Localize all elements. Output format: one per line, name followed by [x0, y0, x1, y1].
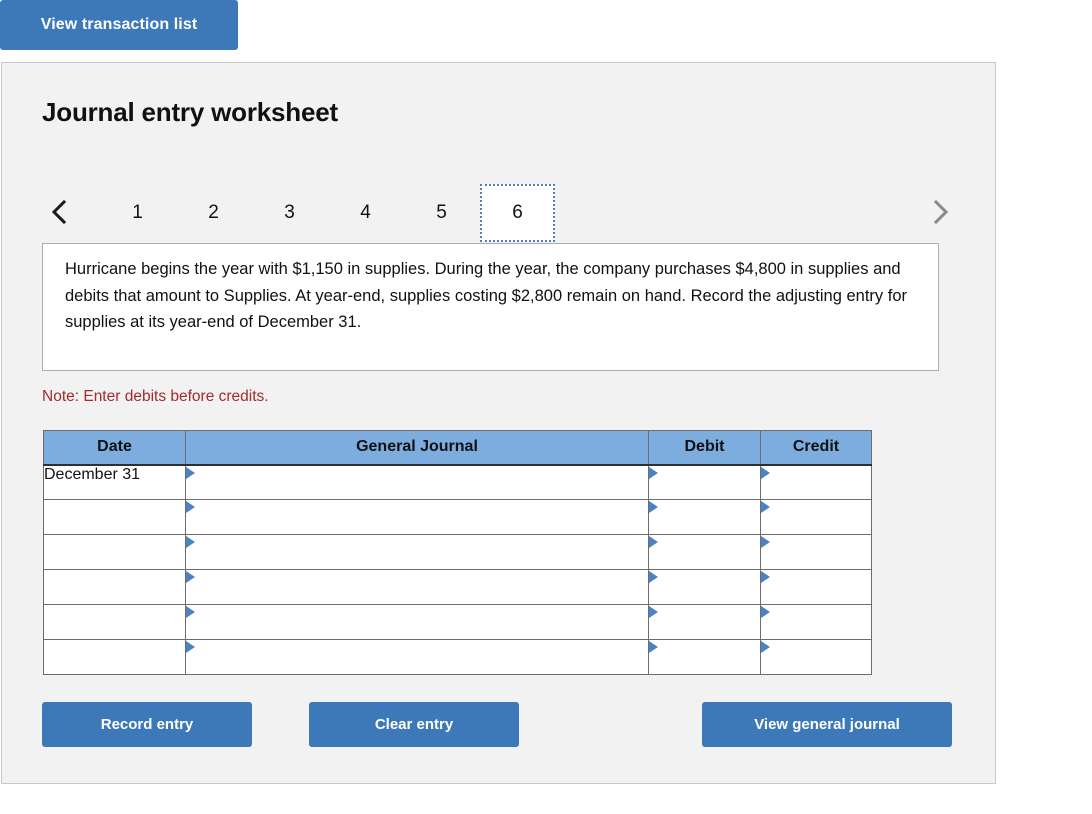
- table-row: December 31: [43, 464, 872, 500]
- cell-debit[interactable]: [648, 534, 761, 570]
- table-row: [43, 499, 872, 535]
- cell-credit[interactable]: [760, 604, 872, 640]
- chevron-left-icon: [51, 199, 67, 225]
- debits-before-credits-note: Note: Enter debits before credits.: [42, 388, 269, 405]
- column-header-debit: Debit: [648, 430, 761, 466]
- pagination-tab-6[interactable]: 6: [480, 184, 555, 242]
- cell-date[interactable]: [43, 534, 186, 570]
- table-row: [43, 569, 872, 605]
- column-header-general-journal: General Journal: [185, 430, 649, 466]
- view-transaction-list-button[interactable]: View transaction list: [0, 0, 238, 50]
- cell-general-journal[interactable]: [185, 534, 649, 570]
- page-title: Journal entry worksheet: [42, 97, 338, 127]
- cell-debit[interactable]: [648, 604, 761, 640]
- cell-debit[interactable]: [648, 464, 761, 500]
- cell-credit[interactable]: [760, 499, 872, 535]
- cell-date[interactable]: [43, 639, 186, 675]
- table-row: [43, 604, 872, 640]
- cell-credit[interactable]: [760, 534, 872, 570]
- table-row: [43, 639, 872, 675]
- pagination-tab-1[interactable]: 1: [100, 184, 175, 242]
- view-general-journal-button[interactable]: View general journal: [702, 702, 952, 747]
- cell-credit[interactable]: [760, 569, 872, 605]
- cell-general-journal[interactable]: [185, 569, 649, 605]
- pagination-next-button[interactable]: [923, 190, 957, 234]
- journal-entry-table: Date General Journal Debit Credit Decemb…: [43, 430, 872, 675]
- column-header-date: Date: [43, 430, 186, 466]
- cell-date[interactable]: [43, 499, 186, 535]
- record-entry-button[interactable]: Record entry: [42, 702, 252, 747]
- cell-date[interactable]: [43, 604, 186, 640]
- pagination-tab-3[interactable]: 3: [252, 184, 327, 242]
- cell-debit[interactable]: [648, 499, 761, 535]
- cell-debit[interactable]: [648, 639, 761, 675]
- table-header-row: Date General Journal Debit Credit: [43, 430, 872, 466]
- cell-general-journal[interactable]: [185, 464, 649, 500]
- pagination-tab-5[interactable]: 5: [404, 184, 479, 242]
- chevron-right-icon: [933, 199, 949, 225]
- table-row: [43, 534, 872, 570]
- transaction-instruction-text: Hurricane begins the year with $1,150 in…: [42, 243, 939, 371]
- pagination-prev-button[interactable]: [42, 190, 76, 234]
- cell-date[interactable]: December 31: [43, 464, 186, 500]
- cell-general-journal[interactable]: [185, 604, 649, 640]
- worksheet-pagination: 1 2 3 4 5 6: [42, 184, 957, 242]
- cell-general-journal[interactable]: [185, 639, 649, 675]
- pagination-tab-2[interactable]: 2: [176, 184, 251, 242]
- clear-entry-button[interactable]: Clear entry: [309, 702, 519, 747]
- cell-credit[interactable]: [760, 464, 872, 500]
- cell-date[interactable]: [43, 569, 186, 605]
- journal-entry-worksheet-panel: Journal entry worksheet 1 2 3 4 5 6 Hurr…: [1, 62, 996, 784]
- cell-general-journal[interactable]: [185, 499, 649, 535]
- pagination-tab-4[interactable]: 4: [328, 184, 403, 242]
- cell-credit[interactable]: [760, 639, 872, 675]
- column-header-credit: Credit: [760, 430, 872, 466]
- cell-debit[interactable]: [648, 569, 761, 605]
